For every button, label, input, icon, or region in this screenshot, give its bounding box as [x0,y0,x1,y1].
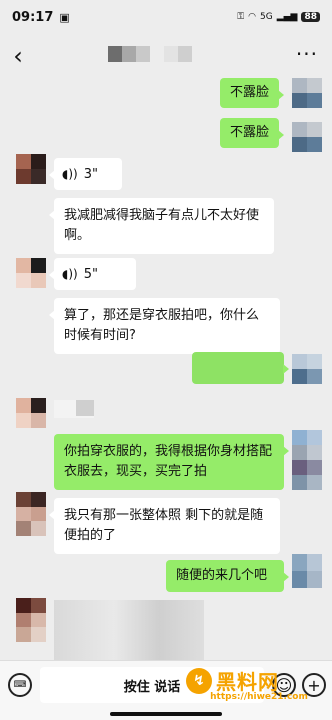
message-text: 算了，那还是穿衣服拍吧，你什么时候有时间? [64,308,260,343]
voice-message[interactable]: ◖)) 3" [49,158,122,190]
message-bubble-out[interactable]: 不露脸 [220,118,285,148]
watermark-title: 黑料网 [216,670,279,694]
voice-message[interactable]: ◖)) 5" [49,258,136,290]
signal-icon: ▂▄▆ [276,12,298,22]
voice-wave-icon: ◖)) [62,167,78,181]
avatar-self[interactable] [292,554,322,588]
more-dots-icon[interactable]: ··· [296,42,318,66]
home-indicator [110,712,222,716]
avatar-self[interactable] [292,430,322,490]
message-bubble-out[interactable]: 你拍穿衣服的，我得根据你身材搭配衣服去，现买，买完了拍 [54,434,289,490]
message-bubble-out[interactable]: 不露脸 [220,78,285,108]
message-text: 不露脸 [230,125,270,140]
message-bubble-in[interactable]: 算了，那还是穿衣服拍吧，你什么时候有时间? [49,298,280,354]
message-text: 不露脸 [230,85,270,100]
message-bubble-in[interactable]: 我只有那一张整体照 剩下的就是随便拍的了 [49,498,280,554]
redacted-message [76,400,94,416]
message-bubble-in[interactable]: 我减肥减得我脑子有点儿不太好使啊。 [49,198,274,254]
scan-icon: ▣ [59,10,70,24]
avatar-self[interactable] [292,78,322,108]
avatar-contact[interactable] [16,492,46,536]
avatar-contact[interactable] [16,598,46,642]
message-text: 我减肥减得我脑子有点儿不太好使啊。 [64,208,260,243]
message-bubble-out-redacted[interactable] [192,352,289,384]
avatar-self[interactable] [292,354,322,384]
voice-duration: 3" [83,167,98,182]
message-text: 我只有那一张整体照 剩下的就是随便拍的了 [64,508,264,543]
status-bar: 09:17 ▣ ⚿ ◠ 5G ▂▄▆ 88 [0,0,332,34]
avatar-contact[interactable] [16,398,46,428]
message-list: 不露脸 不露脸 ◖)) 3" 我减肥减得我脑子有点儿不太好使啊。 ◖)) 5" 算了… [0,78,332,660]
avatar-contact[interactable] [16,154,46,184]
chevron-left-icon[interactable]: ‹ [0,34,36,78]
redacted-image-message[interactable] [54,600,204,660]
contact-name-redacted [108,46,192,62]
status-time: 09:17 [12,9,54,25]
network-label: 5G [260,12,273,22]
wifi-icon: ◠ [248,12,256,22]
watermark-badge-icon: ↯ [186,668,212,694]
message-text: 你拍穿衣服的，我得根据你身材搭配衣服去，现买，买完了拍 [64,444,273,479]
message-bubble-out[interactable]: 随便的来几个吧 [166,560,289,592]
voice-wave-icon: ◖)) [62,267,78,281]
status-indicators: ⚿ ◠ 5G ▂▄▆ 88 [237,12,320,22]
battery-indicator: 88 [301,12,320,22]
watermark-url: https://hiwe21.com [210,692,308,702]
voice-duration: 5" [83,267,98,282]
keyboard-icon[interactable]: ⌨ [8,673,32,697]
watermark-logo: ↯ 黑料网 https://hiwe21.com [186,664,332,704]
avatar-contact[interactable] [16,258,46,288]
chat-header: ‹ ··· [0,34,332,78]
avatar-self[interactable] [292,122,322,152]
message-text: 随便的来几个吧 [176,568,268,583]
key-icon: ⚿ [237,12,245,22]
